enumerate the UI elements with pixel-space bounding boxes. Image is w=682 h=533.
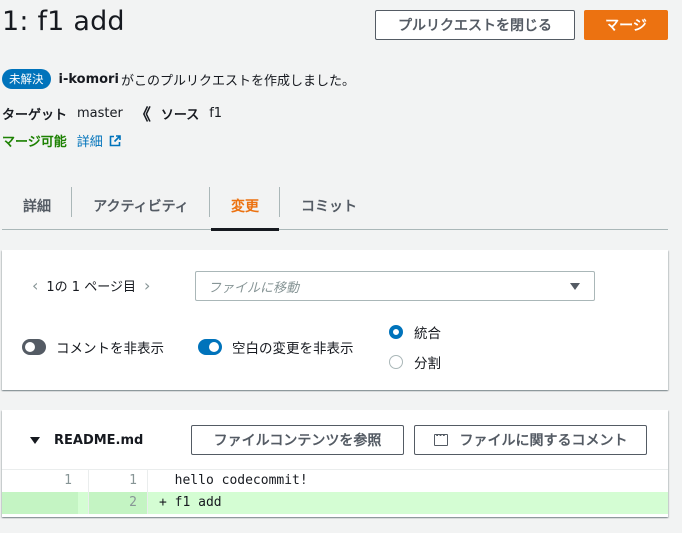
diff-code: + f1 add: [159, 492, 222, 514]
browse-file-contents-button[interactable]: ファイルコンテンツを参照: [191, 425, 404, 455]
close-pull-request-button[interactable]: プルリクエストを閉じる: [375, 10, 575, 40]
toggle-switch-off[interactable]: [22, 339, 46, 355]
old-line-number: [2, 492, 78, 514]
page-title: 1: f1 add: [2, 6, 125, 37]
prev-page-icon[interactable]: ‹: [32, 276, 38, 295]
file-name-label: README.md: [54, 433, 144, 448]
comment-icon: [433, 428, 448, 446]
comment-on-file-button[interactable]: ファイルに関するコメント: [414, 425, 647, 455]
diff-line-added: 2 + f1 add: [2, 492, 668, 514]
filter-panel: ‹ 1の 1 ページ目 › ファイルに移動 コメントを非表示 空白の変更を非表示…: [2, 250, 668, 390]
view-mode-unified-label: 統合: [414, 326, 441, 342]
view-mode-split[interactable]: 分割: [389, 352, 441, 372]
page-indicator: 1の 1 ページ目: [46, 280, 136, 295]
external-link-icon: [109, 134, 121, 146]
details-link[interactable]: 詳細: [77, 131, 121, 150]
next-page-icon[interactable]: ›: [144, 276, 150, 295]
source-branch: f1: [209, 105, 223, 121]
hide-whitespace-toggle[interactable]: 空白の変更を非表示: [198, 337, 354, 357]
tab-divider: [209, 187, 210, 217]
toggle-switch-on[interactable]: [198, 339, 222, 355]
author-name: i-komori: [58, 71, 119, 87]
mergeable-status: マージ可能: [2, 135, 67, 150]
radio-unchecked[interactable]: [389, 355, 403, 369]
branches-row: ターゲット master 《 ソース f1: [2, 101, 222, 125]
hide-whitespace-label: 空白の変更を非表示: [232, 341, 354, 357]
diff-prefix: [159, 473, 167, 488]
merge-button[interactable]: マージ: [584, 10, 668, 40]
merge-status-row: マージ可能 詳細: [2, 131, 121, 150]
new-line-number: 2: [88, 492, 148, 514]
diff-prefix: +: [159, 495, 167, 510]
radio-checked[interactable]: [389, 325, 403, 339]
comment-on-file-label: ファイルに関するコメント: [459, 433, 628, 449]
tab-activity[interactable]: アクティビティ: [72, 182, 210, 230]
collapse-triangle-icon[interactable]: [30, 437, 40, 444]
tab-details[interactable]: 詳細: [2, 182, 72, 230]
new-line-number: 1: [88, 470, 148, 492]
file-jump-select[interactable]: ファイルに移動: [195, 271, 595, 301]
source-label: ソース: [160, 107, 200, 123]
details-link-label[interactable]: 詳細: [77, 131, 103, 150]
diff-text: hello codecommit!: [174, 473, 308, 488]
tab-changes[interactable]: 変更: [211, 182, 279, 231]
file-jump-placeholder: ファイルに移動: [208, 280, 300, 296]
hide-comments-label: コメントを非表示: [56, 341, 164, 357]
pagination: ‹ 1の 1 ページ目 ›: [32, 276, 158, 295]
diff-text: f1 add: [174, 495, 222, 510]
target-label: ターゲット: [2, 107, 68, 123]
old-line-number: 1: [64, 473, 72, 488]
view-mode-unified[interactable]: 統合: [389, 322, 441, 342]
hide-comments-toggle[interactable]: コメントを非表示: [22, 337, 164, 357]
diff-code: hello codecommit!: [159, 470, 308, 492]
tab-commits[interactable]: コミット: [280, 182, 378, 230]
diff-line: 1 1 hello codecommit!: [2, 470, 668, 492]
file-diff-panel: README.md ファイルコンテンツを参照 ファイルに関するコメント 1 1 …: [2, 410, 668, 517]
branch-arrow-icon: 《: [134, 105, 151, 124]
created-text: がこのプルリクエストを作成しました。: [120, 73, 355, 89]
target-branch: master: [77, 105, 123, 121]
view-mode-split-label: 分割: [414, 356, 441, 372]
file-diff-header: README.md ファイルコンテンツを参照 ファイルに関するコメント: [2, 410, 668, 470]
status-badge: 未解決: [2, 69, 51, 89]
caret-down-icon: [570, 283, 580, 290]
pr-info-row: 未解決 i-komori がこのプルリクエストを作成しました。: [2, 69, 355, 89]
file-toggle[interactable]: README.md: [30, 433, 143, 448]
tab-bar: 詳細 アクティビティ 変更 コミット: [2, 182, 668, 231]
